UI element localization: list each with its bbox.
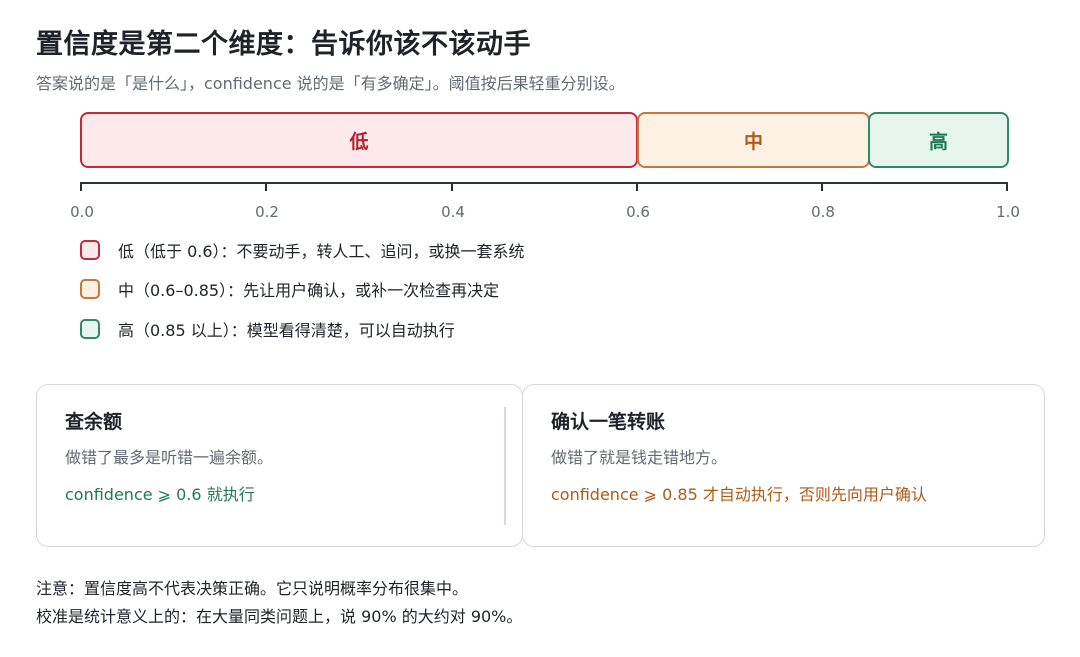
segment-high: 高	[868, 112, 1009, 168]
axis-line	[80, 182, 1008, 184]
axis-tick	[636, 182, 638, 191]
card-divider	[504, 407, 506, 525]
axis-tick	[451, 182, 453, 191]
legend-swatch-low	[80, 240, 100, 260]
segment-high-label: 高	[928, 130, 948, 153]
legend-text-mid: 中（0.6–0.85）：先让用户确认，或补一次检查再决定	[118, 281, 500, 300]
card-description: 做错了最多是听错一遍余额。	[65, 448, 274, 467]
tick-label: 1.0	[996, 203, 1020, 221]
card-title: 确认一笔转账	[551, 411, 666, 433]
note-line-1: 注意：置信度高不代表决策正确。它只说明概率分布很集中。	[36, 579, 469, 598]
axis-tick	[821, 182, 823, 191]
tick-label: 0.0	[70, 203, 94, 221]
card-title: 查余额	[65, 411, 123, 433]
legend-swatch-mid	[80, 279, 100, 299]
segment-mid-label: 中	[743, 130, 763, 153]
axis-tick	[265, 182, 267, 191]
legend-swatch-high	[80, 319, 100, 339]
card-description: 做错了就是钱走错地方。	[551, 448, 728, 467]
tick-label: 0.6	[626, 203, 650, 221]
card-check-balance: 查余额 做错了最多是听错一遍余额。 confidence ⩾ 0.6 就执行	[36, 384, 523, 547]
tick-label: 0.8	[811, 203, 835, 221]
page-title: 置信度是第二个维度：告诉你该不该动手	[36, 29, 531, 60]
legend-item-low: 低（低于 0.6）：不要动手，转人工、追问，或换一套系统	[80, 237, 525, 263]
axis-tick	[80, 182, 82, 191]
page-subtitle: 答案说的是「是什么」，confidence 说的是「有多确定」。阈值按后果轻重分…	[36, 74, 625, 93]
legend-text-high: 高（0.85 以上）：模型看得清楚，可以自动执行	[118, 321, 455, 340]
tick-label: 0.4	[441, 203, 465, 221]
axis-tick	[1006, 182, 1008, 191]
card-confirm-transfer: 确认一笔转账 做错了就是钱走错地方。 confidence ⩾ 0.85 才自动…	[522, 384, 1045, 547]
legend-item-high: 高（0.85 以上）：模型看得清楚，可以自动执行	[80, 316, 455, 342]
legend-text-low: 低（低于 0.6）：不要动手，转人工、追问，或换一套系统	[118, 242, 525, 261]
card-rule: confidence ⩾ 0.6 就执行	[65, 485, 255, 504]
note-line-2: 校准是统计意义上的：在大量同类问题上，说 90% 的大约对 90%。	[36, 607, 523, 626]
legend-item-mid: 中（0.6–0.85）：先让用户确认，或补一次检查再决定	[80, 276, 499, 302]
segment-low: 低	[80, 112, 638, 168]
segment-low-label: 低	[349, 130, 369, 153]
segment-mid: 中	[637, 112, 870, 168]
tick-label: 0.2	[255, 203, 279, 221]
card-rule: confidence ⩾ 0.85 才自动执行，否则先向用户确认	[551, 485, 927, 504]
